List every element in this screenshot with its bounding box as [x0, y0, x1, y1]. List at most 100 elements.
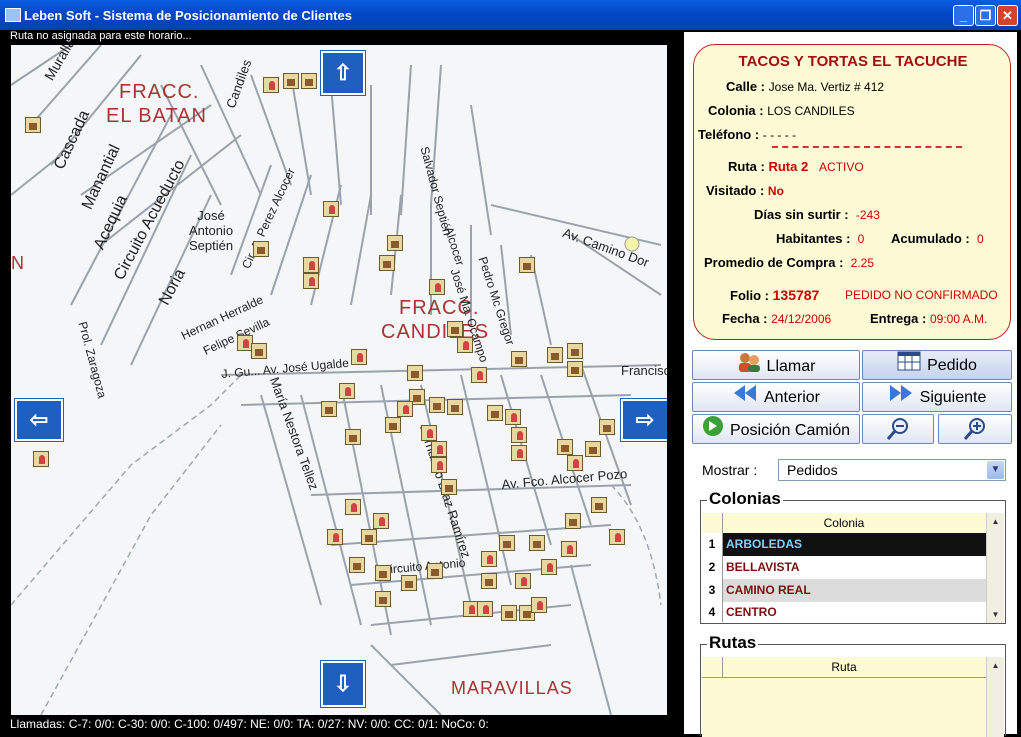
maximize-button[interactable]: ❐ — [975, 5, 996, 26]
client-marker[interactable] — [547, 347, 563, 363]
mostrar-select[interactable]: Pedidos ▼ — [778, 459, 1006, 481]
client-marker[interactable] — [511, 351, 527, 367]
client-marker[interactable] — [599, 419, 615, 435]
client-marker[interactable] — [531, 597, 547, 613]
table-row[interactable]: 1 ARBOLEDAS — [702, 533, 986, 556]
client-marker[interactable] — [431, 457, 447, 473]
client-marker[interactable] — [375, 565, 391, 581]
client-marker[interactable] — [499, 535, 515, 551]
client-marker[interactable] — [349, 557, 365, 573]
client-marker[interactable] — [407, 365, 423, 381]
client-marker[interactable] — [321, 401, 337, 417]
client-marker[interactable] — [511, 445, 527, 461]
table-row[interactable]: 2 BELLAVISTA — [702, 556, 986, 579]
client-marker[interactable] — [541, 559, 557, 575]
client-marker[interactable] — [609, 529, 625, 545]
client-marker[interactable] — [441, 479, 457, 495]
minimize-button[interactable]: _ — [953, 5, 974, 26]
client-marker[interactable] — [397, 401, 413, 417]
client-marker[interactable] — [487, 405, 503, 421]
go-arrow-icon — [702, 415, 724, 447]
close-button[interactable]: ✕ — [997, 5, 1018, 26]
anterior-button[interactable]: Anterior — [692, 382, 860, 412]
pedido-status: PEDIDO NO CONFIRMADO — [845, 288, 998, 302]
client-marker[interactable] — [481, 573, 497, 589]
client-marker[interactable] — [345, 429, 361, 445]
client-marker[interactable] — [303, 257, 319, 273]
table-row[interactable]: 3 CAMINO REAL — [702, 579, 986, 602]
client-marker[interactable] — [379, 255, 395, 271]
client-marker[interactable] — [585, 441, 601, 457]
client-marker[interactable] — [567, 455, 583, 471]
pan-up-button[interactable]: ⇧ — [321, 51, 365, 95]
client-marker[interactable] — [481, 551, 497, 567]
client-marker[interactable] — [567, 343, 583, 359]
scroll-up-icon[interactable]: ▲ — [989, 659, 1002, 672]
llamar-button[interactable]: Llamar — [692, 350, 860, 380]
zoom-in-button[interactable] — [938, 414, 1012, 444]
client-marker[interactable] — [373, 513, 389, 529]
client-marker[interactable] — [429, 279, 445, 295]
client-marker[interactable] — [529, 535, 545, 551]
client-marker[interactable] — [515, 573, 531, 589]
pan-down-button[interactable]: ⇩ — [321, 661, 365, 707]
pedido-button[interactable]: Pedido — [862, 350, 1012, 380]
client-marker[interactable] — [561, 541, 577, 557]
fecha-value: 24/12/2006 — [771, 312, 832, 326]
pan-right-button[interactable]: ⇨ — [621, 399, 667, 441]
client-marker[interactable] — [253, 241, 269, 257]
client-marker[interactable] — [511, 427, 527, 443]
client-marker[interactable] — [351, 349, 367, 365]
pan-left-button[interactable]: ⇦ — [15, 399, 63, 441]
client-marker[interactable] — [385, 417, 401, 433]
client-marker[interactable] — [387, 235, 403, 251]
client-marker[interactable] — [591, 497, 607, 513]
chevron-down-icon[interactable]: ▼ — [987, 461, 1004, 479]
client-marker[interactable] — [283, 73, 299, 89]
client-marker[interactable] — [567, 361, 583, 377]
client-marker[interactable] — [375, 591, 391, 607]
client-marker[interactable] — [447, 321, 463, 337]
scroll-down-icon[interactable]: ▼ — [989, 608, 1002, 621]
client-marker[interactable] — [401, 575, 417, 591]
table-row[interactable]: 4 CENTRO — [702, 602, 986, 622]
client-marker[interactable] — [323, 201, 339, 217]
scroll-up-icon[interactable]: ▲ — [989, 515, 1002, 528]
client-marker[interactable] — [505, 409, 521, 425]
ruta-column-header: Ruta — [831, 660, 857, 674]
client-marker[interactable] — [301, 73, 317, 89]
anterior-label: Anterior — [763, 389, 821, 407]
client-marker[interactable] — [339, 383, 355, 399]
client-marker[interactable] — [427, 563, 443, 579]
client-marker[interactable] — [33, 451, 49, 467]
posicion-camion-button[interactable]: Posición Camión — [692, 414, 860, 444]
colonias-scrollbar[interactable]: ▲ ▼ — [986, 513, 1004, 623]
map-view[interactable]: FRACC. EL BATAN FRACC. CANDILES MARAVILL… — [11, 45, 667, 715]
client-marker[interactable] — [345, 499, 361, 515]
visitado-label: Visitado : — [706, 183, 765, 198]
client-marker[interactable] — [327, 529, 343, 545]
client-marker[interactable] — [421, 425, 437, 441]
map-label-fracc-batan: FRACC. — [119, 81, 200, 103]
client-marker[interactable] — [251, 343, 267, 359]
client-marker[interactable] — [457, 337, 473, 353]
siguiente-button[interactable]: Siguiente — [862, 382, 1012, 412]
client-marker[interactable] — [565, 513, 581, 529]
client-marker[interactable] — [263, 77, 279, 93]
zoom-out-button[interactable] — [862, 414, 934, 444]
client-marker[interactable] — [557, 439, 573, 455]
rutas-scrollbar[interactable]: ▲ — [986, 657, 1004, 737]
client-marker[interactable] — [471, 367, 487, 383]
client-marker[interactable] — [303, 273, 319, 289]
client-marker[interactable] — [431, 441, 447, 457]
row-colonia: CAMINO REAL — [726, 583, 811, 597]
client-marker[interactable] — [519, 257, 535, 273]
client-marker[interactable] — [477, 601, 493, 617]
client-marker[interactable] — [361, 529, 377, 545]
client-marker[interactable] — [429, 397, 445, 413]
promedio-value: 2.25 — [850, 256, 875, 270]
mostrar-value: Pedidos — [787, 462, 838, 478]
client-marker[interactable] — [447, 399, 463, 415]
client-marker[interactable] — [25, 117, 41, 133]
client-marker[interactable] — [501, 605, 517, 621]
